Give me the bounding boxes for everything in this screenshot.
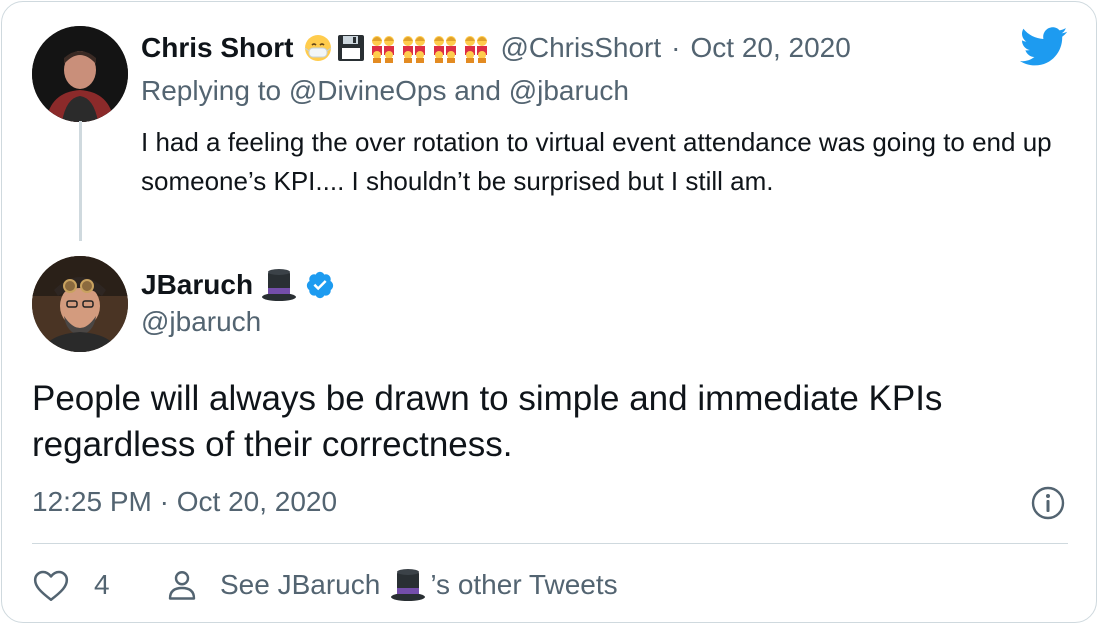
avatar-chris-short[interactable] — [32, 26, 128, 122]
family-emoji — [372, 36, 395, 63]
see-other-tweets-suffix: ’s other Tweets — [430, 569, 618, 600]
replying-to-line[interactable]: Replying to @DivineOps and @jbaruch — [141, 75, 629, 107]
like-action[interactable]: 4 — [32, 565, 110, 605]
main-tweet-text: People will always be drawn to simple an… — [32, 379, 943, 464]
main-tweet-header: JBaruch — [141, 266, 335, 304]
person-icon — [168, 571, 196, 600]
family-emoji — [403, 36, 426, 63]
heart-icon[interactable] — [32, 567, 70, 603]
parent-tweet-date[interactable]: Oct 20, 2020 — [690, 32, 850, 64]
thread-connector-line — [79, 121, 82, 241]
see-other-tweets-prefix: See JBaruch — [220, 569, 381, 600]
family-emoji — [434, 36, 457, 63]
see-other-tweets-link[interactable]: See JBaruch ’s other Tweets — [164, 565, 618, 605]
floppy-disk-emoji — [338, 35, 365, 61]
avatar-jbaruch[interactable] — [32, 256, 128, 352]
family-emoji — [465, 36, 488, 63]
top-hat-emoji — [262, 269, 297, 301]
actions-divider — [32, 543, 1068, 544]
main-author-handle[interactable]: @jbaruch — [141, 306, 261, 338]
parent-author-handle[interactable]: @ChrisShort — [500, 32, 661, 64]
twitter-bird-icon[interactable] — [1020, 27, 1068, 67]
main-author-name[interactable]: JBaruch — [141, 269, 253, 301]
parent-tweet-text: I had a feeling the over rotation to vir… — [141, 127, 1052, 196]
parent-author-emojis — [303, 33, 490, 63]
verified-badge-icon — [306, 271, 334, 299]
info-icon[interactable] — [1030, 485, 1066, 521]
parent-tweet-header: Chris Short @ChrisShort · Oct 20, 2020 — [141, 29, 851, 67]
avatar-jbaruch-image — [32, 256, 128, 352]
meta-separator: · — [671, 32, 681, 63]
avatar-chris-short-image — [32, 26, 128, 122]
top-hat-emoji — [391, 569, 426, 601]
tweet-timestamp[interactable]: 12:25 PM · Oct 20, 2020 — [32, 486, 337, 518]
parent-author-name[interactable]: Chris Short — [141, 32, 293, 64]
mask-face-emoji — [305, 35, 332, 61]
like-count: 4 — [94, 569, 110, 600]
